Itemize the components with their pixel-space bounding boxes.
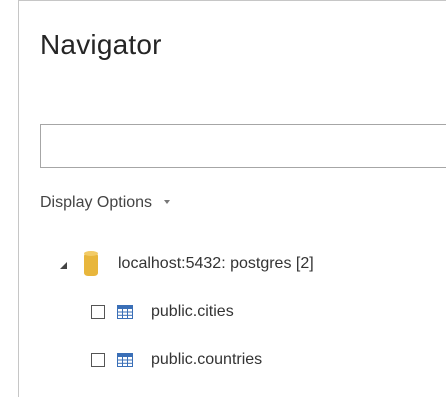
database-icon — [84, 251, 98, 277]
navigator-pane: Navigator Display Options localhost:5432… — [18, 0, 446, 397]
tree-item-table[interactable]: public.countries — [91, 351, 262, 369]
table-checkbox[interactable] — [91, 305, 105, 319]
table-label: public.cities — [151, 303, 234, 320]
table-icon — [117, 353, 133, 367]
server-label: localhost:5432: postgres [2] — [118, 255, 314, 272]
caret-down-icon — [164, 200, 171, 204]
search-input[interactable] — [40, 124, 446, 168]
table-label: public.countries — [151, 351, 263, 368]
table-checkbox[interactable] — [91, 353, 105, 367]
tree-item-server[interactable]: localhost:5432: postgres [2] — [55, 251, 314, 277]
table-icon — [117, 305, 133, 319]
display-options-label: Display Options — [40, 194, 153, 211]
tree-item-table[interactable]: public.cities — [91, 303, 234, 321]
display-options-dropdown[interactable]: Display Options — [40, 194, 171, 212]
expand-collapse-icon[interactable] — [55, 257, 69, 271]
page-title: Navigator — [40, 29, 162, 60]
